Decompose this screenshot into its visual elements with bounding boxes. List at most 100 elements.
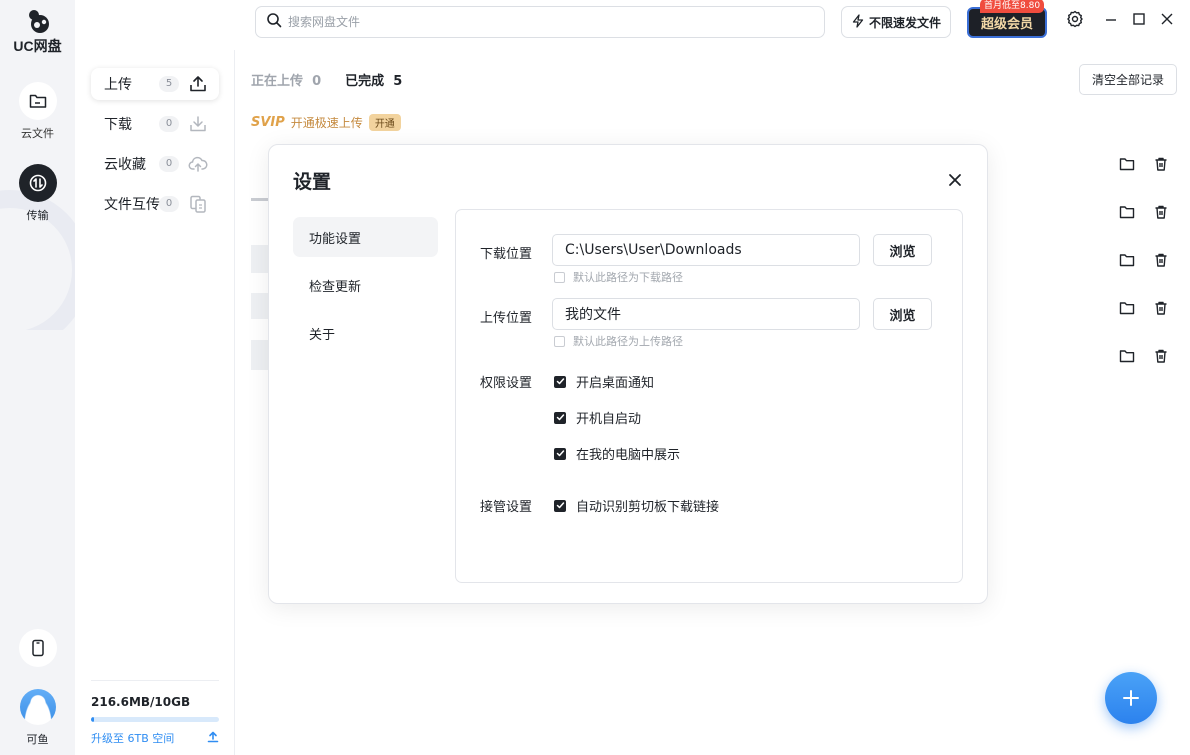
checkmark-icon [554,411,566,424]
download-icon [188,114,208,134]
checkbox-unchecked [554,335,565,347]
file-thumbnail [251,340,269,370]
open-folder-icon[interactable] [1119,204,1135,224]
upload-location-label: 上传位置 [480,311,533,326]
rail-item-transfer[interactable]: 传输 [0,164,75,223]
gear-icon [1066,10,1084,32]
dialog-close-button[interactable] [947,172,963,188]
folder-icon [18,82,57,120]
show-in-my-computer-checkbox[interactable]: 在我的电脑中展示 [554,444,680,463]
tab-completed[interactable]: 已完成 5 [345,70,402,89]
clear-all-records-button[interactable]: 清空全部记录 [1079,64,1177,95]
file-transfer-icon [188,194,208,214]
dialog-title: 设置 [293,171,332,193]
list-item-actions [1119,204,1179,224]
download-path-field[interactable]: C:\Users\User\Downloads [552,234,860,266]
nav-item-upload[interactable]: 上传 5 [91,68,219,100]
svip-logo: SVIP [251,115,285,130]
phone-icon [18,629,57,667]
desktop-notification-checkbox[interactable]: 开启桌面通知 [554,372,654,391]
list-item-actions [1119,300,1179,320]
checkmark-icon [554,447,566,460]
list-item-actions [1119,252,1179,272]
storage-bar [91,717,219,722]
checkmark-icon [554,499,566,512]
autostart-checkbox[interactable]: 开机自启动 [554,408,641,427]
settings-button[interactable] [1066,10,1084,32]
vip-promo-badge: 首月低至8.80 [980,0,1045,13]
file-transfer-count-badge: 0 [159,196,179,212]
upload-path-field[interactable]: 我的文件 [552,298,860,330]
list-item-actions [1119,348,1179,368]
maximize-icon [1132,12,1146,30]
plus-icon [1121,681,1141,716]
delete-icon[interactable] [1153,348,1169,368]
storage-bar-fill [91,717,94,722]
tab-check-update[interactable]: 检查更新 [293,265,438,305]
settings-dialog: 设置 功能设置 检查更新 关于 下载位置 C:\Users\User\Downl… [268,144,988,604]
add-button[interactable] [1105,672,1157,724]
upload-default-checkbox[interactable]: 默认此路径为上传路径 [554,333,683,349]
cloud-collect-count-badge: 0 [159,156,179,172]
user-name: 可鱼 [26,733,49,746]
file-thumbnail [251,293,269,319]
upgrade-icon [207,731,219,746]
download-count-badge: 0 [159,116,179,132]
download-location-label: 下载位置 [480,247,533,262]
file-thumbnail [251,198,269,201]
open-folder-icon[interactable] [1119,348,1135,368]
tab-uploading[interactable]: 正在上传 0 [251,70,321,89]
file-thumbnail [251,245,269,273]
left-rail: UC网盘 云文件 传输 可鱼 [0,0,75,755]
close-icon [947,174,963,192]
open-folder-icon[interactable] [1119,156,1135,176]
clipboard-link-checkbox[interactable]: 自动识别剪切板下载链接 [554,496,719,515]
delete-icon[interactable] [1153,204,1169,224]
logo-icon [25,8,51,34]
upgrade-storage-link[interactable]: 升级至 6TB 空间 [91,730,219,746]
cloud-upload-icon [188,154,208,174]
rail-item-cloud-files[interactable]: 云文件 [0,82,75,141]
upload-count-badge: 5 [159,76,179,92]
download-browse-button[interactable]: 浏览 [873,234,932,266]
transfer-tabs: 正在上传 0 已完成 5 [251,70,402,89]
nav-item-file-transfer[interactable]: 文件互传 0 [91,188,219,220]
app-logo: UC网盘 [0,8,75,56]
search-icon [266,12,282,32]
tab-function-settings[interactable]: 功能设置 [293,217,438,257]
open-folder-icon[interactable] [1119,252,1135,272]
permission-settings-label: 权限设置 [480,376,533,391]
delete-icon[interactable] [1153,300,1169,320]
avatar [19,689,56,725]
close-icon [1160,12,1174,30]
unlimited-speed-send-button[interactable]: 不限速发文件 [841,6,951,38]
minimize-icon [1104,12,1118,30]
svip-promo: SVIP 开通极速上传 开通 [251,114,401,131]
open-folder-icon[interactable] [1119,300,1135,320]
phone-button[interactable] [0,629,75,667]
transfer-icon [18,164,57,202]
lightning-icon [851,13,865,31]
storage-usage: 216.6MB/10GB [91,695,191,709]
transfer-nav: 上传 5 下载 0 云收藏 0 文件互传 0 216.6MB/10GB 升级至 … [75,50,235,755]
takeover-settings-label: 接管设置 [480,500,533,515]
settings-panel: 下载位置 C:\Users\User\Downloads 浏览 默认此路径为下载… [455,209,963,583]
nav-item-download[interactable]: 下载 0 [91,108,219,140]
delete-icon[interactable] [1153,252,1169,272]
maximize-button[interactable] [1130,12,1148,30]
upload-browse-button[interactable]: 浏览 [873,298,932,330]
download-default-checkbox[interactable]: 默认此路径为下载路径 [554,269,683,285]
search-input[interactable] [288,15,788,29]
checkmark-icon [554,375,566,388]
checkbox-unchecked [554,271,565,283]
storage-panel: 216.6MB/10GB 升级至 6TB 空间 [91,680,219,746]
svip-open-button[interactable]: 开通 [368,114,401,131]
search-bar[interactable] [255,6,825,38]
logo-text: UC网盘 [13,38,62,54]
delete-icon[interactable] [1153,156,1169,176]
minimize-button[interactable] [1102,12,1120,30]
close-window-button[interactable] [1158,12,1176,30]
user-profile[interactable]: 可鱼 [0,689,75,747]
tab-about[interactable]: 关于 [293,313,438,353]
nav-item-cloud-collect[interactable]: 云收藏 0 [91,148,219,180]
